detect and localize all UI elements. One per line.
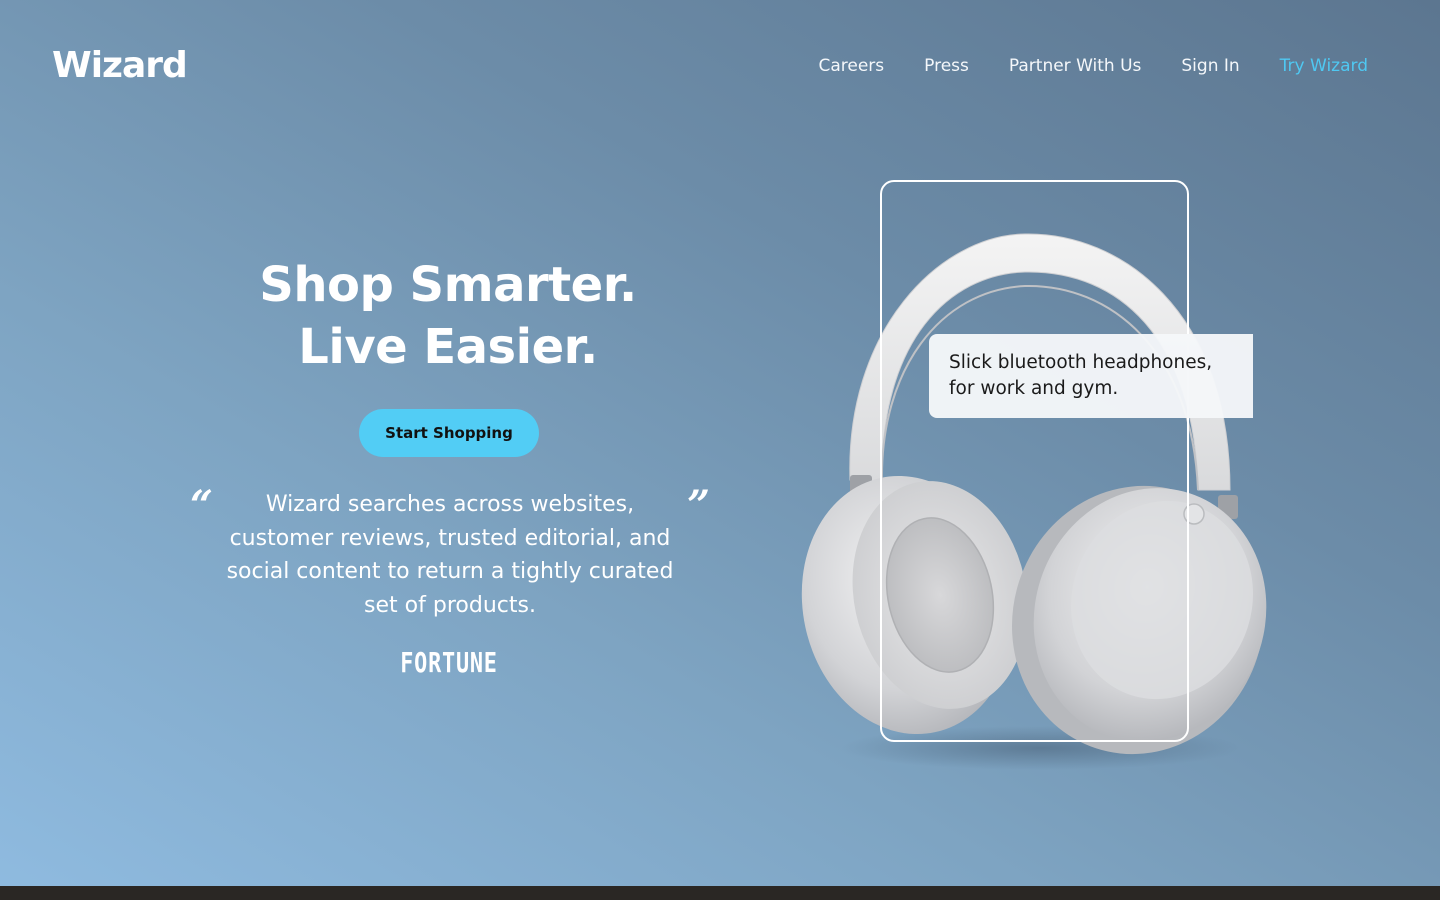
open-quote-icon: “ [190, 482, 214, 529]
headline-line-1: Shop Smarter. [259, 257, 637, 313]
nav-link-press[interactable]: Press [924, 54, 969, 78]
fortune-logo: FORTUNE [400, 646, 498, 679]
nav-link-sign-in[interactable]: Sign In [1181, 54, 1239, 78]
press-quote: “ Wizard searches across websites, custo… [190, 484, 710, 634]
footer-strip [0, 886, 1440, 900]
close-quote-icon: ” [686, 482, 710, 529]
product-caption: Slick bluetooth headphones, for work and… [929, 334, 1253, 418]
top-nav: Careers Press Partner With Us Sign In Tr… [818, 54, 1368, 78]
nav-link-careers[interactable]: Careers [818, 54, 884, 78]
product-highlight-frame [880, 180, 1189, 742]
headline-line-2: Live Easier. [298, 319, 598, 375]
start-shopping-button[interactable]: Start Shopping [359, 409, 539, 457]
nav-link-partner-with-us[interactable]: Partner With Us [1009, 54, 1142, 78]
quote-text: Wizard searches across websites, custome… [226, 492, 674, 618]
landing-page: Wizard Careers Press Partner With Us Sig… [0, 0, 1440, 900]
nav-link-try-wizard[interactable]: Try Wizard [1280, 54, 1368, 78]
wizard-logo[interactable]: Wizard [52, 44, 188, 88]
hero-headline: Shop Smarter. Live Easier. [198, 254, 698, 378]
